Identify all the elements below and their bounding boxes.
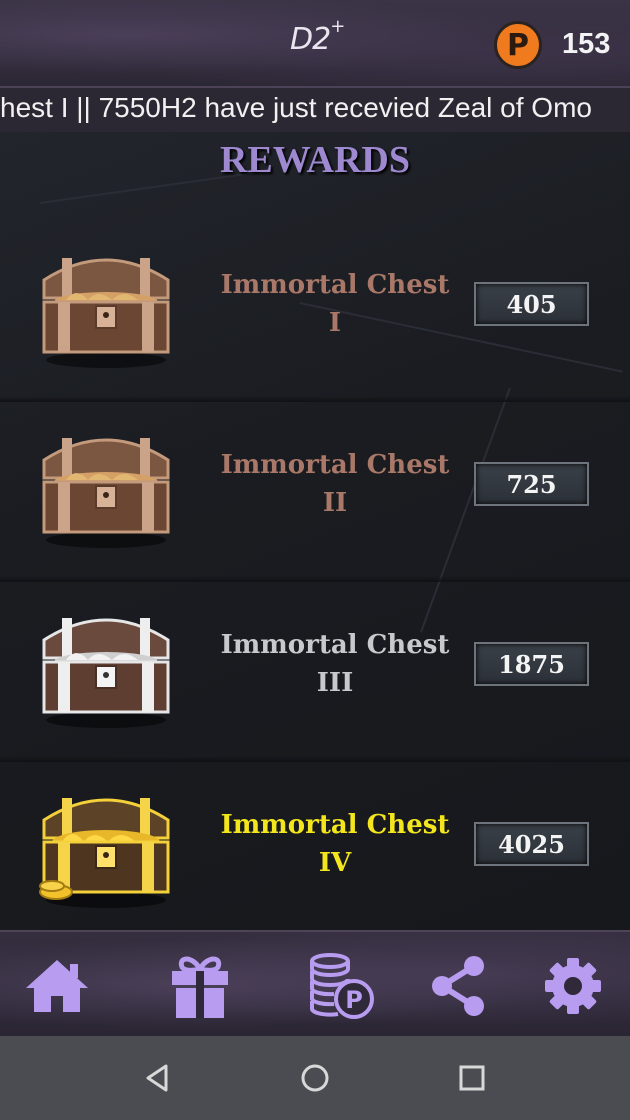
home-circle-icon[interactable]: [295, 1058, 335, 1098]
nav-coins-button[interactable]: P: [300, 946, 380, 1026]
coin-letter: P: [507, 27, 529, 63]
recents-icon[interactable]: [452, 1058, 492, 1098]
top-header: D2+ P 153: [0, 0, 630, 88]
reward-tier: I: [328, 308, 342, 338]
rewards-panel: REWARDS Immortal Chest I 405 Immortal Ch…: [0, 132, 630, 932]
page-title: REWARDS: [219, 139, 411, 181]
coins-p-icon: P: [310, 953, 374, 1019]
reward-name-text: Immortal Chest: [220, 810, 450, 840]
reward-price-button[interactable]: 1875: [474, 642, 589, 686]
nav-share-button[interactable]: [418, 946, 498, 1026]
bronze-chest-icon: [42, 258, 170, 368]
share-icon: [432, 956, 484, 1016]
news-ticker: hest I || 7550H2 have just recevied Zeal…: [0, 88, 630, 132]
reward-name-text: Immortal Chest: [220, 450, 450, 480]
nav-settings-button[interactable]: [533, 946, 613, 1026]
app-logo: D2+: [290, 16, 345, 57]
home-icon: [26, 960, 88, 1012]
back-icon[interactable]: [138, 1058, 178, 1098]
reward-name: Immortal Chest III: [215, 626, 455, 702]
nav-gift-button[interactable]: [160, 946, 240, 1026]
gold-chest-icon: [39, 798, 170, 908]
bottom-nav: P: [0, 930, 630, 1036]
system-nav-bar: [0, 1036, 630, 1120]
reward-row[interactable]: Immortal Chest IV 4025: [0, 762, 630, 932]
reward-row[interactable]: Immortal Chest III 1875: [0, 582, 630, 762]
bronze-chest-icon: [42, 438, 170, 548]
gear-icon: [545, 958, 601, 1014]
reward-row[interactable]: Immortal Chest I 405: [0, 222, 630, 402]
reward-price-button[interactable]: 4025: [474, 822, 589, 866]
logo-text: D2: [290, 22, 331, 57]
reward-row[interactable]: Immortal Chest II 725: [0, 402, 630, 582]
gift-icon: [172, 956, 228, 1018]
reward-tier: II: [322, 488, 348, 518]
reward-name: Immortal Chest IV: [215, 806, 455, 882]
logo-superscript: +: [330, 16, 345, 37]
reward-price-button[interactable]: 725: [474, 462, 589, 506]
reward-price-button[interactable]: 405: [474, 282, 589, 326]
ticker-text: hest I || 7550H2 have just recevied Zeal…: [0, 92, 592, 123]
reward-name: Immortal Chest I: [215, 266, 455, 342]
svg-text:P: P: [345, 986, 363, 1014]
coin-balance: 153: [562, 28, 611, 60]
nav-home-button[interactable]: [17, 946, 97, 1026]
silver-chest-icon: [42, 618, 170, 728]
reward-tier: III: [316, 668, 354, 698]
reward-name-text: Immortal Chest: [220, 270, 450, 300]
reward-name: Immortal Chest II: [215, 446, 455, 522]
reward-name-text: Immortal Chest: [220, 630, 450, 660]
reward-tier: IV: [318, 848, 352, 878]
coin-icon: P: [494, 21, 542, 69]
